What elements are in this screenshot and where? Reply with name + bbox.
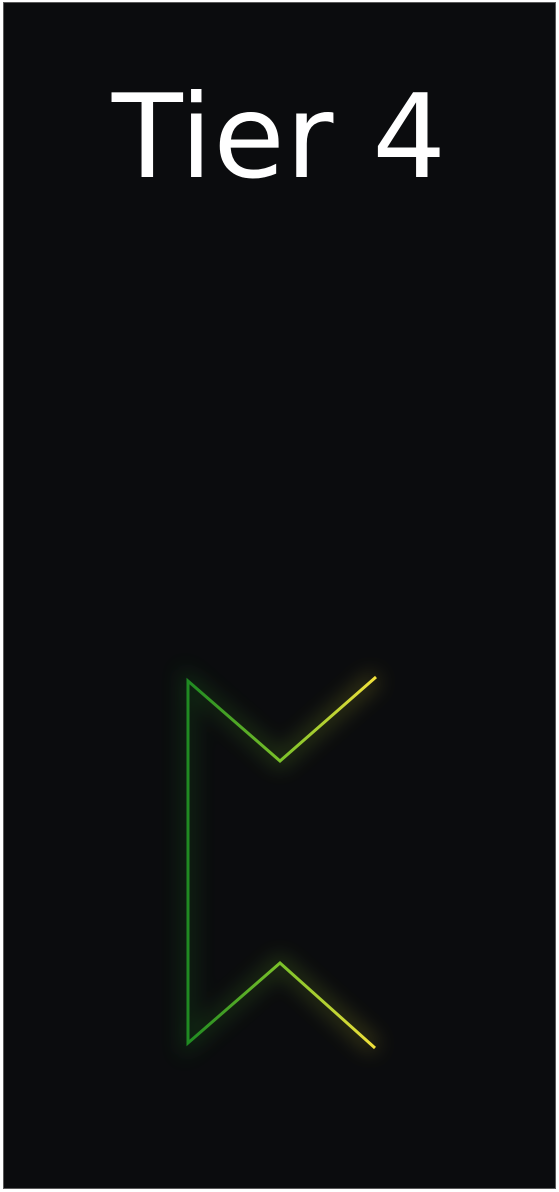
tier-emblem-icon [181,665,381,1059]
tier-card: Tier 4 [3,2,556,1189]
emblem-outline [186,675,377,1050]
